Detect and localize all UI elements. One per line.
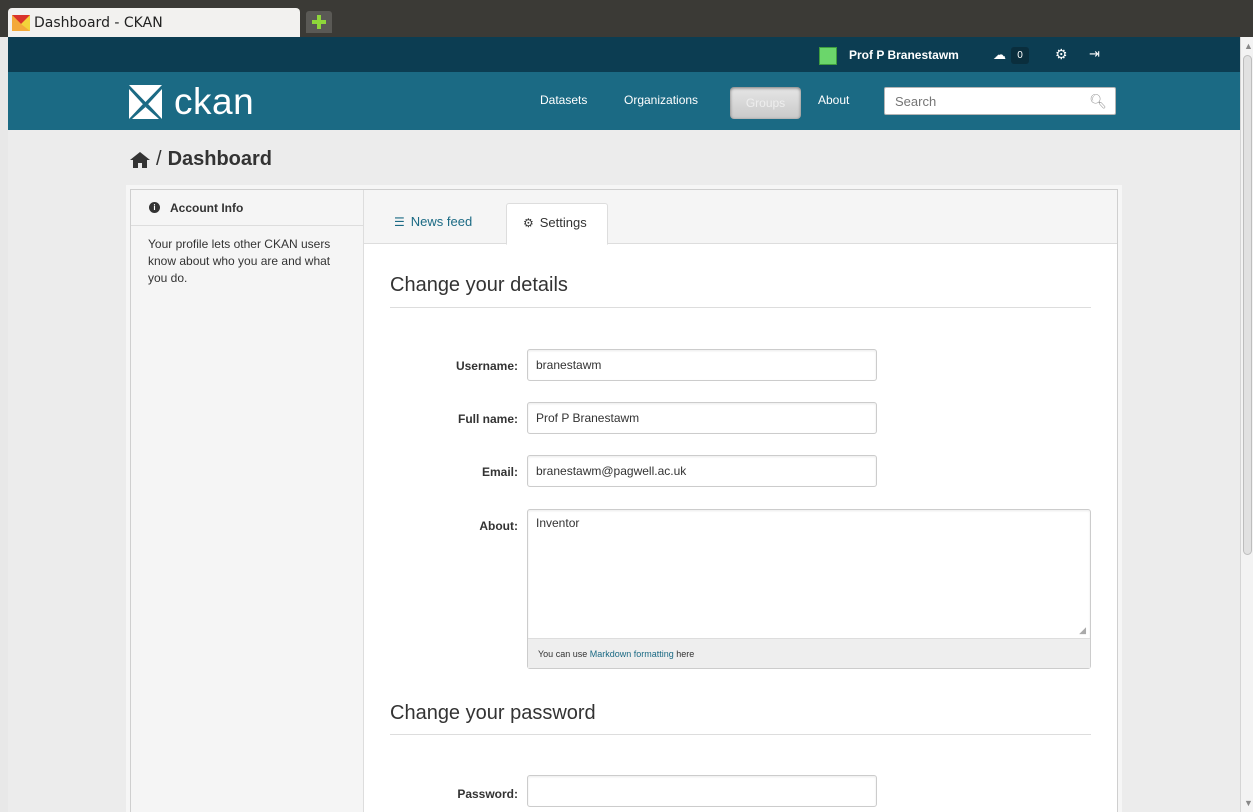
nav-groups[interactable]: Groups: [730, 87, 801, 119]
nav-datasets[interactable]: Datasets: [540, 93, 587, 121]
dashboard-count-badge[interactable]: 0: [1011, 47, 1029, 64]
gear-icon[interactable]: ⚙: [1055, 46, 1068, 63]
list-icon: ☰: [394, 215, 405, 229]
sidebar-heading: i Account Info: [131, 190, 363, 226]
tab-news-feed[interactable]: ☰ News feed: [394, 214, 472, 229]
nav-organizations[interactable]: Organizations: [624, 93, 698, 121]
logout-icon[interactable]: ⇥: [1089, 46, 1100, 62]
gear-icon: ⚙: [523, 216, 534, 230]
avatar[interactable]: [819, 47, 837, 65]
dashboard-tabs: ☰ News feed ⚙ Settings: [364, 190, 1117, 245]
browser-tabstrip: Dashboard - CKAN: [0, 0, 1253, 37]
breadcrumb: / Dashboard: [130, 148, 272, 171]
browser-tab-title: Dashboard - CKAN: [34, 14, 163, 31]
email-label: Email:: [481, 465, 518, 479]
scrollbar[interactable]: ▲ ▼: [1240, 37, 1253, 812]
dashboard-icon[interactable]: ☁: [993, 47, 1006, 63]
search-input[interactable]: [895, 93, 1085, 109]
tab-settings[interactable]: ⚙ Settings: [506, 203, 608, 245]
info-icon: i: [149, 202, 160, 213]
main-content: ☰ News feed ⚙ Settings Change your details…: [364, 190, 1117, 812]
details-title: Change your details: [390, 274, 568, 296]
password-field[interactable]: [527, 775, 877, 807]
username-label: Username:: [455, 359, 518, 373]
search-icon[interactable]: 🔍︎: [1089, 93, 1107, 110]
scroll-down-icon[interactable]: ▼: [1244, 798, 1253, 808]
sidebar-text: Your profile lets other CKAN users know …: [148, 237, 331, 285]
user-name-link[interactable]: Prof P Branestawm: [849, 48, 959, 62]
nav-about[interactable]: About: [818, 93, 849, 121]
help-suffix: here: [676, 649, 695, 659]
content-wrapper: i Account Info Your profile lets other C…: [130, 189, 1118, 812]
divider: [390, 734, 1091, 735]
resize-grip-icon[interactable]: ◢: [1079, 625, 1086, 636]
scroll-up-icon[interactable]: ▲: [1244, 41, 1253, 51]
about-label: About:: [479, 519, 518, 533]
search-box: 🔍︎: [884, 87, 1116, 115]
about-field[interactable]: Inventor: [528, 510, 1090, 638]
scrollbar-thumb[interactable]: [1243, 55, 1252, 555]
page-viewport: Prof P Branestawm ☁ 0 ⚙ ⇥ ckan Datasets …: [8, 37, 1240, 812]
ckan-logo[interactable]: ckan: [129, 81, 254, 123]
markdown-link[interactable]: Markdown formatting: [590, 649, 674, 659]
password-label: Password:: [457, 787, 518, 801]
logo-text: ckan: [174, 81, 255, 122]
breadcrumb-separator: /: [156, 148, 162, 170]
sidebar: i Account Info Your profile lets other C…: [131, 190, 364, 812]
tab-settings-label: Settings: [539, 215, 587, 230]
new-tab-button[interactable]: [306, 11, 332, 33]
help-prefix: You can use: [538, 649, 588, 659]
browser-tab[interactable]: Dashboard - CKAN: [8, 8, 300, 37]
markdown-help: You can use Markdown formatting here: [528, 638, 1090, 668]
favicon-icon: [12, 14, 30, 31]
email-field[interactable]: [527, 455, 877, 487]
username-field[interactable]: [527, 349, 877, 381]
divider: [390, 307, 1091, 308]
sidebar-title: Account Info: [170, 200, 244, 215]
plus-icon: [312, 15, 326, 29]
about-field-wrap: Inventor ◢ You can use Markdown formatti…: [527, 509, 1091, 669]
fullname-field[interactable]: [527, 402, 877, 434]
password-title: Change your password: [390, 702, 596, 724]
home-icon[interactable]: [130, 151, 150, 169]
tab-news-feed-label: News feed: [410, 214, 473, 229]
fullname-label: Full name:: [457, 412, 518, 426]
logo-envelope-icon: [129, 85, 162, 119]
breadcrumb-current[interactable]: Dashboard: [168, 148, 272, 171]
